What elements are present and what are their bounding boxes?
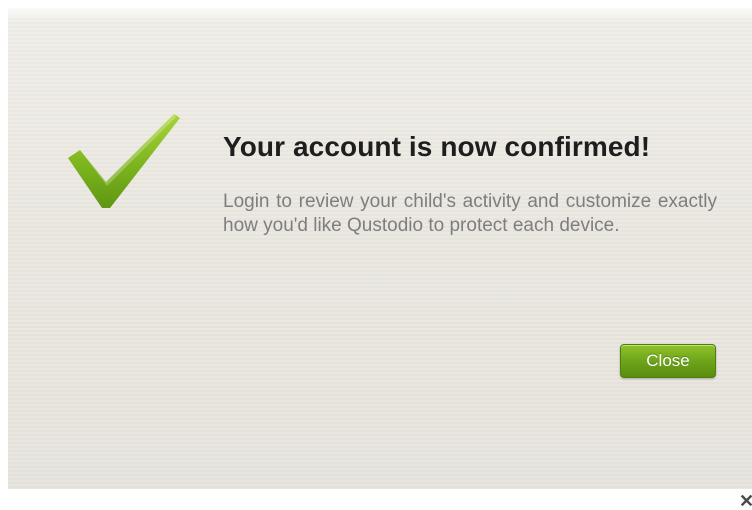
dialog-title: Your account is now confirmed! — [223, 131, 651, 162]
page: Your account is now confirmed! Login to … — [0, 0, 752, 510]
confirmation-dialog: Your account is now confirmed! Login to … — [8, 8, 752, 489]
close-icon[interactable]: ✕ — [739, 492, 752, 510]
checkmark-icon — [68, 114, 180, 208]
dialog-message: Login to review your child's activity an… — [223, 191, 717, 236]
close-button[interactable]: Close — [620, 344, 716, 378]
